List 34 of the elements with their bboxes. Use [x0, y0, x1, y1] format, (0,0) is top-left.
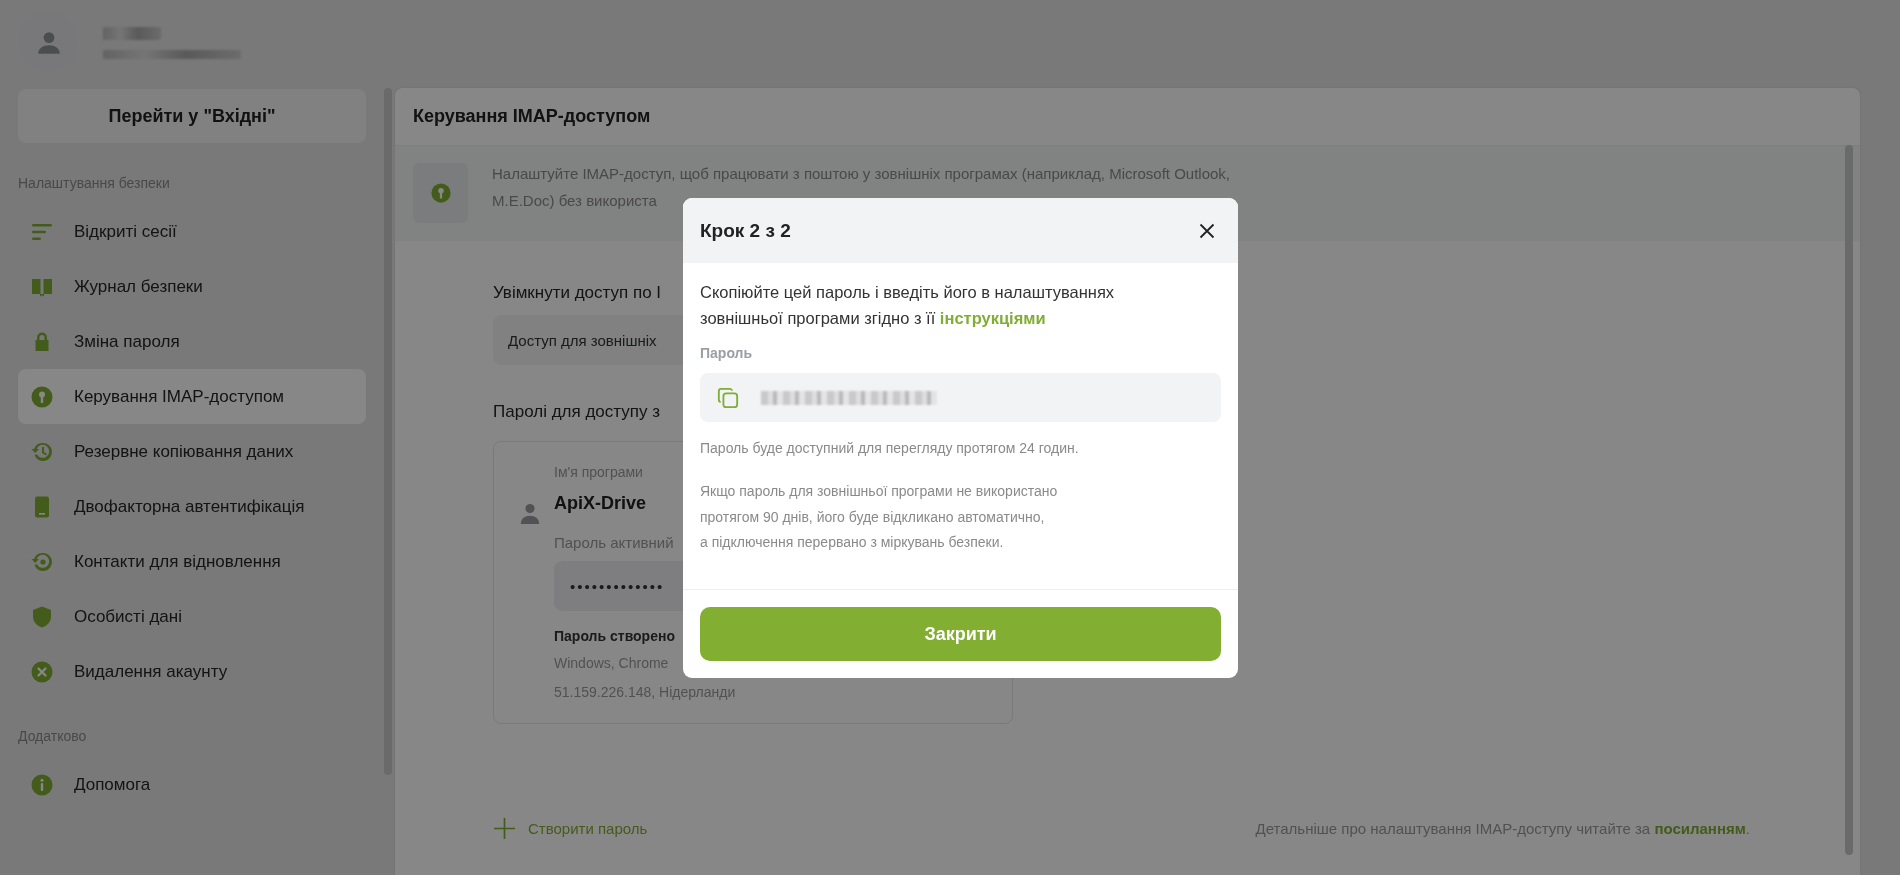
password-field[interactable]	[700, 373, 1221, 422]
instructions-link[interactable]: інструкціями	[939, 309, 1046, 327]
sidebar-item[interactable]: Журнал безпеки	[18, 259, 366, 314]
copy-icon[interactable]	[717, 386, 739, 409]
field-label: Пароль	[700, 345, 754, 361]
sidebar-item[interactable]: Видалення акаунту	[18, 644, 366, 699]
created-label: Пароль створено	[554, 628, 675, 644]
sidebar-item[interactable]: Керування IMAP-доступом	[18, 369, 366, 424]
keyhole-icon	[429, 182, 452, 204]
sidebar-item[interactable]: Особисті дані	[18, 589, 366, 644]
sidebar-item[interactable]: Контакти для відновлення	[18, 534, 366, 589]
shield-icon	[30, 604, 54, 629]
plus-icon	[493, 816, 516, 840]
sidebar-item[interactable]: Резервне копіювання даних	[18, 424, 366, 479]
keyhole-icon	[30, 384, 54, 409]
sidebar-item[interactable]: Відкриті сесії	[18, 204, 366, 259]
section-heading: Паролі для доступу з	[493, 402, 660, 422]
close-circle-icon	[30, 659, 54, 684]
app-name: ApiX-Drive	[554, 493, 647, 514]
sidebar-item[interactable]: Двофакторна автентифікація	[18, 479, 366, 534]
info-text: Налаштуйте IMAP-доступ, щоб працювати з поштою у зовнішніх програмах (наприклад, Microsoft Outlook, M.E.Doc) без використа	[492, 164, 1230, 211]
sidebar-item[interactable]: Допомога	[18, 757, 366, 812]
person-icon	[519, 502, 541, 526]
dialog-title: Крок 2 з 2	[700, 219, 791, 242]
close-button[interactable]: Закрити	[700, 607, 1221, 661]
instruction-text: Скопіюйте цей пароль і введіть його в налаштуваннях зовнішньої програми згідно з її інструкціями	[700, 282, 1116, 329]
info-icon	[30, 772, 54, 797]
sidebar-item[interactable]: Зміна пароля	[18, 314, 366, 369]
scrollbar-thumb[interactable]	[1845, 145, 1853, 855]
expiry-note: Якщо пароль для зовнішньої програми не використано протягом 90 днів, його буде відкликано автоматично, а підключення перервано з міркувань безпеки.	[700, 482, 1059, 552]
inbox-button[interactable]: Перейти у "Вхідні"	[18, 89, 366, 143]
availability-note: Пароль буде доступний для перегляду протягом 24 годин.	[700, 440, 1080, 456]
field-label: Увімкнути доступ по I	[493, 283, 662, 303]
blurred-name	[103, 26, 161, 40]
